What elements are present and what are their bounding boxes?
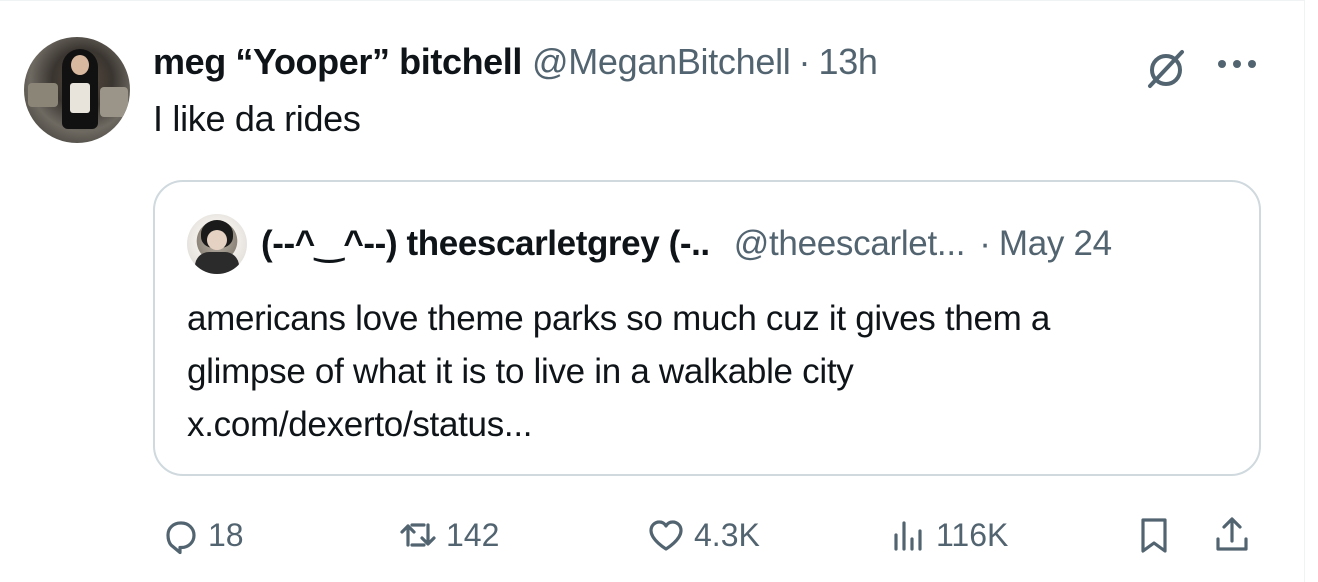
share-icon xyxy=(1216,517,1248,551)
views-button[interactable]: 116K xyxy=(888,512,1008,558)
like-button[interactable]: 4.3K xyxy=(646,512,760,558)
views-chart-icon xyxy=(894,521,922,551)
quoted-post-timestamp: May 24 xyxy=(998,224,1112,263)
views-count: 116K xyxy=(936,516,1009,553)
more-options-icon[interactable] xyxy=(1212,44,1262,84)
separator-dot: · xyxy=(798,41,811,82)
share-button[interactable] xyxy=(1212,512,1252,558)
retweet-count: 142 xyxy=(446,516,500,553)
quoted-author-avatar xyxy=(187,214,247,274)
reply-icon xyxy=(166,521,196,555)
author-handle[interactable]: @MeganBitchell xyxy=(532,41,791,83)
post-text: I like da rides xyxy=(153,98,361,139)
post-header: meg “Yooper” bitchell @MeganBitchell · 1… xyxy=(153,40,878,84)
quoted-author-handle: @theescarlet... xyxy=(733,224,966,263)
quoted-text-line: americans love theme parks so much cuz i… xyxy=(187,299,1051,338)
bookmark-icon xyxy=(1141,518,1167,553)
top-divider xyxy=(0,0,1304,1)
bookmark-button[interactable] xyxy=(1134,512,1174,558)
retweet-icon xyxy=(400,523,436,547)
quoted-text-line: glimpse of what it is to live in a walka… xyxy=(187,352,854,391)
quoted-post-card[interactable]: (-‑^‿^‑-) theescarletgrey (-.. @theescar… xyxy=(153,180,1261,476)
quoted-link-text: x.com/dexerto/status... xyxy=(187,405,533,444)
retweet-button[interactable]: 142 xyxy=(398,512,499,558)
heart-icon xyxy=(649,520,683,551)
quoted-author-display-name: (-‑^‿^‑-) theescarletgrey (-.. xyxy=(261,224,710,263)
grok-icon[interactable] xyxy=(1142,44,1190,92)
separator-dot: · xyxy=(979,224,991,263)
reply-count: 18 xyxy=(208,516,244,553)
like-count: 4.3K xyxy=(694,516,760,553)
right-divider xyxy=(1304,0,1305,582)
quoted-post-text: americans love theme parks so much cuz i… xyxy=(187,292,1237,451)
quoted-post-header: (-‑^‿^‑-) theescarletgrey (-.. @theescar… xyxy=(261,220,1112,268)
post-timestamp[interactable]: 13h xyxy=(818,41,877,83)
author-avatar[interactable] xyxy=(24,37,130,143)
author-display-name[interactable]: meg “Yooper” bitchell xyxy=(153,41,522,83)
reply-button[interactable]: 18 xyxy=(160,512,244,558)
